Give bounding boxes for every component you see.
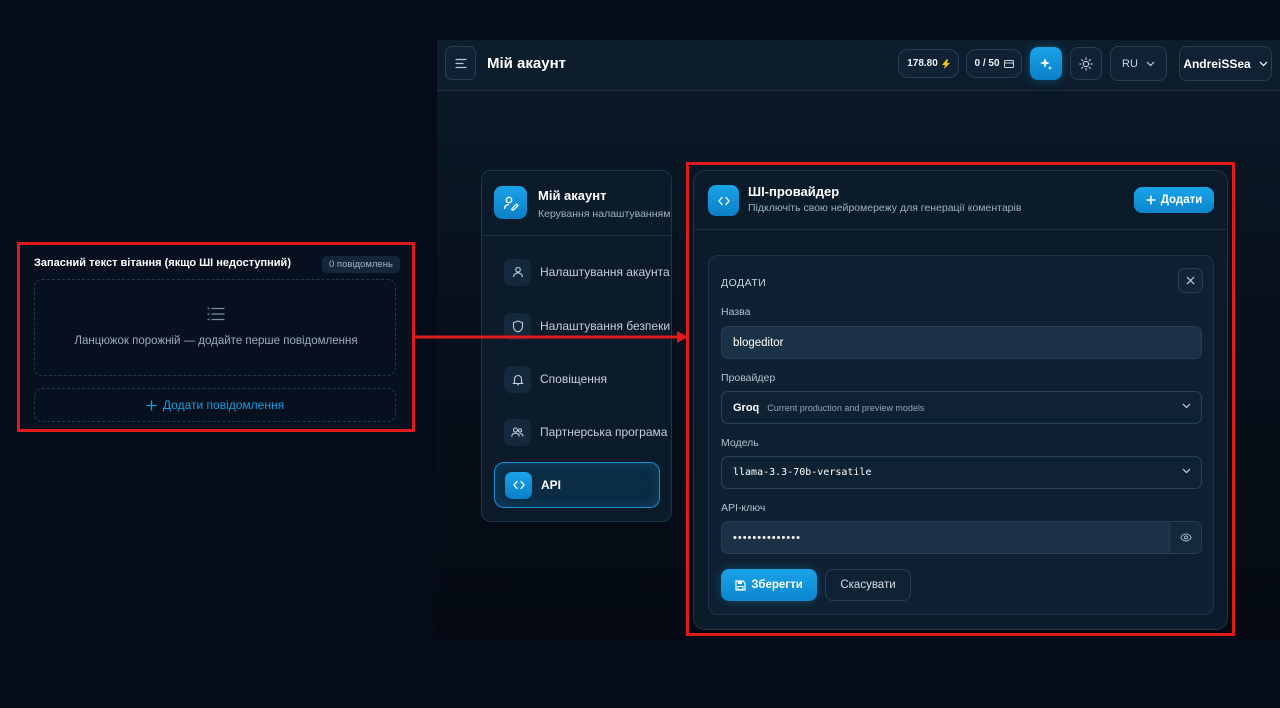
message-count-badge: 0 повідомлень xyxy=(322,256,400,273)
sidebar-item-account-settings[interactable]: Налаштування акаунта xyxy=(494,249,670,295)
card-icon xyxy=(1003,59,1014,68)
sidebar-item-label: Налаштування безпеки xyxy=(540,319,671,333)
sidebar-item-partner-program[interactable]: Партнерська програма xyxy=(494,409,667,455)
fallback-greeting-panel: Запасний текст вітання (якщо ШІ недоступ… xyxy=(17,242,415,432)
menu-toggle-button[interactable] xyxy=(445,46,476,80)
add-message-label: Додати повідомлення xyxy=(162,398,285,412)
sidebar-item-label: Сповіщення xyxy=(540,372,608,386)
user-menu-button[interactable]: AndreiSSea xyxy=(1179,46,1272,81)
user-icon xyxy=(504,258,531,286)
sidebar-subtitle: Керування налаштуваннями xyxy=(538,208,672,220)
language-value: RU xyxy=(1122,57,1138,70)
sidebar-title: Мій акаунт xyxy=(538,188,607,203)
sidebar-item-api[interactable]: API xyxy=(494,462,660,508)
usage-pill[interactable]: 0 / 50 xyxy=(966,49,1022,78)
sidebar-item-label: API xyxy=(541,478,562,492)
add-message-button[interactable]: Додати повідомлення xyxy=(34,388,396,422)
sparkles-icon xyxy=(1039,57,1053,71)
highlight-frame xyxy=(686,162,1235,636)
user-edit-icon xyxy=(494,186,527,219)
list-icon xyxy=(207,307,225,321)
ai-assistant-button[interactable] xyxy=(1030,47,1062,80)
theme-toggle-button[interactable] xyxy=(1070,47,1102,80)
usage-value: 0 / 50 xyxy=(974,58,1000,69)
sun-icon xyxy=(1079,56,1093,71)
lightning-icon xyxy=(941,58,950,69)
divider xyxy=(482,235,671,236)
shield-icon xyxy=(504,312,531,340)
menu-icon xyxy=(454,58,467,69)
chevron-down-icon xyxy=(1259,61,1268,67)
bell-icon xyxy=(504,365,531,393)
account-sidebar: Мій акаунт Керування налаштуваннями Нала… xyxy=(481,170,672,522)
code-icon xyxy=(505,471,532,499)
sidebar-item-security[interactable]: Налаштування безпеки xyxy=(494,303,670,349)
chevron-down-icon xyxy=(1146,61,1155,67)
language-select[interactable]: RU xyxy=(1110,46,1167,81)
sidebar-item-notifications[interactable]: Сповіщення xyxy=(494,356,660,402)
sidebar-item-label: Налаштування акаунта xyxy=(540,265,670,279)
plus-icon xyxy=(146,400,157,411)
empty-state-text: Ланцюжок порожній — додайте перше повідо… xyxy=(74,335,358,347)
sidebar-item-label: Партнерська програма xyxy=(540,425,668,439)
users-icon xyxy=(504,418,531,446)
fallback-title: Запасний текст вітання (якщо ШІ недоступ… xyxy=(34,257,291,269)
balance-pill[interactable]: 178.80 xyxy=(898,49,959,78)
balance-value: 178.80 xyxy=(907,58,938,69)
username: AndreiSSea xyxy=(1183,56,1251,71)
empty-chain-area: Ланцюжок порожній — додайте перше повідо… xyxy=(34,279,396,376)
page-title: Мій акаунт xyxy=(487,55,566,72)
top-bar: Мій акаунт 178.80 0 / 50 RU AndreiSSea xyxy=(437,40,1280,91)
